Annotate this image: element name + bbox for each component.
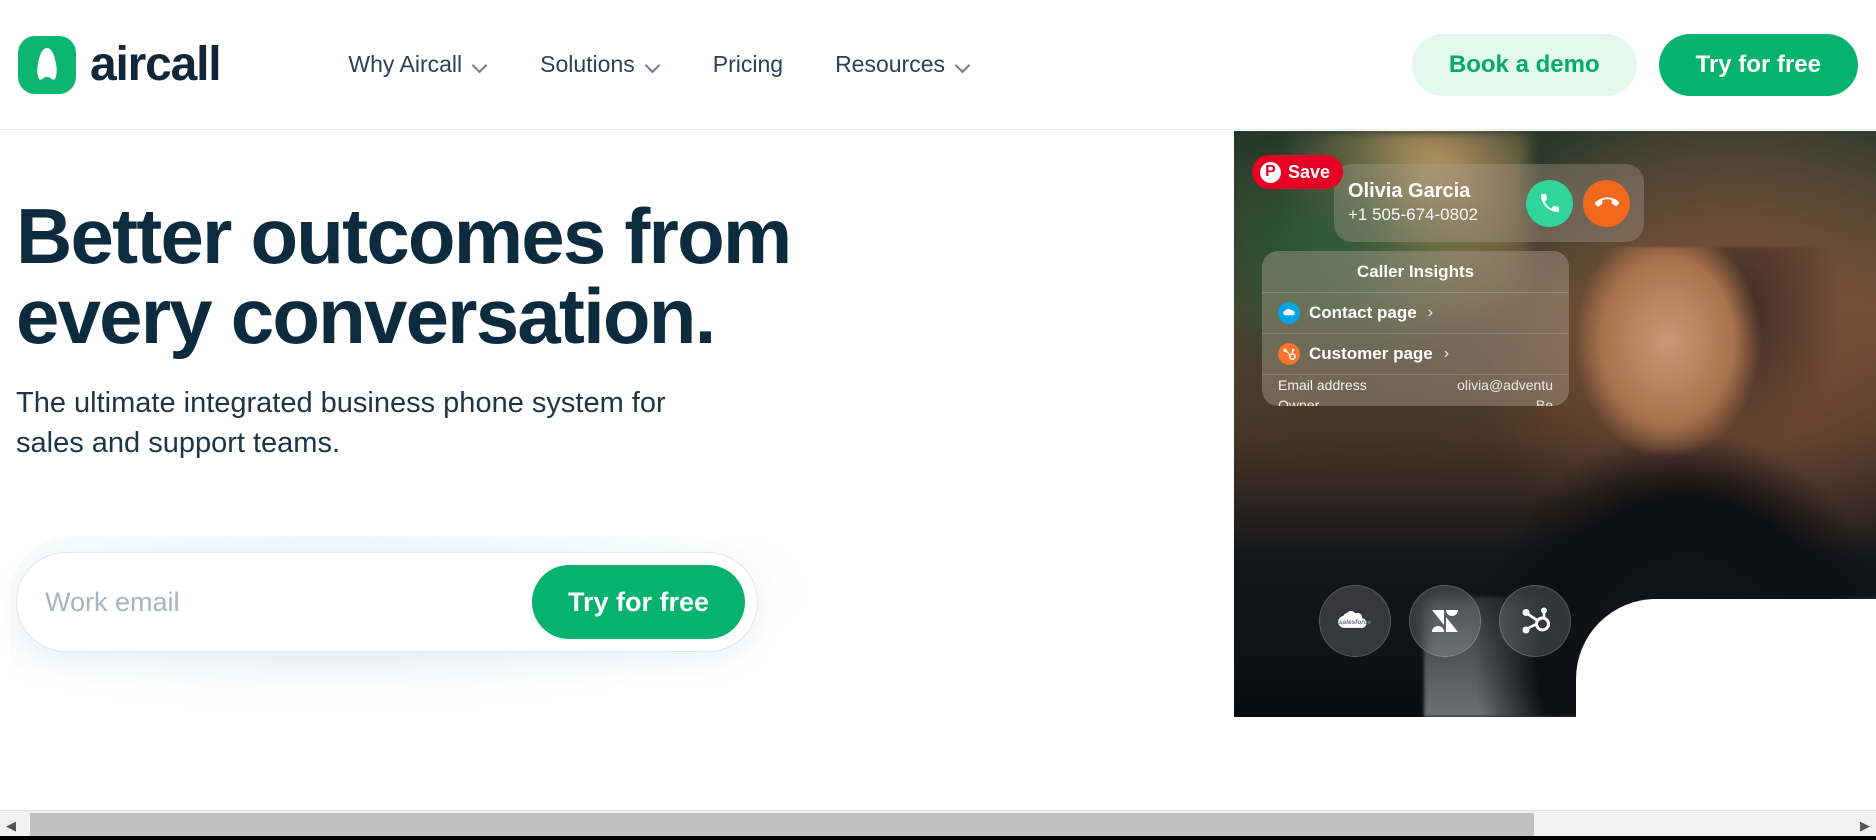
nav-label: Resources xyxy=(835,51,945,77)
accept-call-button[interactable] xyxy=(1526,179,1573,227)
hero-corner-cutout xyxy=(1576,599,1876,717)
hubspot-icon xyxy=(1522,607,1550,634)
insight-field-owner: Owner Be xyxy=(1262,395,1569,406)
caller-info: Olivia Garcia +1 505-674-0802 xyxy=(1348,179,1526,226)
insight-field-value: Be xyxy=(1535,397,1553,406)
integration-logos: salesforce xyxy=(1319,585,1571,657)
insight-field-value: olivia@adventu xyxy=(1457,377,1553,393)
book-demo-button[interactable]: Book a demo xyxy=(1411,33,1637,96)
integration-zendesk[interactable] xyxy=(1409,585,1481,657)
salesforce-icon: salesforce xyxy=(1338,611,1372,628)
caller-insights-title: Caller Insights xyxy=(1262,251,1569,293)
main-nav: Why Aircall Solutions Pricing Resources xyxy=(322,41,997,88)
pinterest-save-button[interactable]: P Save xyxy=(1252,155,1344,189)
nav-label: Why Aircall xyxy=(348,51,463,77)
form-try-for-free-button[interactable]: Try for free xyxy=(531,565,745,639)
insight-field-key: Email address xyxy=(1278,377,1367,393)
nav-label: Solutions xyxy=(540,51,635,77)
hero-image: P Save Olivia Garcia +1 505-674-0802 Cal… xyxy=(1234,131,1876,717)
insight-label: Customer page xyxy=(1309,344,1433,363)
signup-form: Try for free xyxy=(16,552,758,652)
hubspot-icon xyxy=(1278,343,1300,365)
integration-salesforce[interactable]: salesforce xyxy=(1319,585,1391,657)
integration-hubspot[interactable] xyxy=(1499,585,1571,657)
nav-item-resources[interactable]: Resources xyxy=(809,41,997,88)
brand-name: aircall xyxy=(90,37,222,91)
nav-item-solutions[interactable]: Solutions xyxy=(514,41,687,88)
page-root: aircall Why Aircall Solutions Pricing Re… xyxy=(0,0,1876,840)
aircall-logo-icon xyxy=(18,35,76,94)
pinterest-save-label: Save xyxy=(1288,161,1331,182)
chevron-right-icon: › xyxy=(1427,304,1434,321)
site-header: aircall Why Aircall Solutions Pricing Re… xyxy=(0,0,1876,130)
incoming-call-card: Olivia Garcia +1 505-674-0802 xyxy=(1334,164,1644,242)
caller-name: Olivia Garcia xyxy=(1348,180,1471,203)
chevron-down-icon xyxy=(473,60,488,69)
brand-logo[interactable]: aircall xyxy=(18,35,222,94)
header-actions: Book a demo Try for free xyxy=(1411,33,1858,96)
pinterest-icon: P xyxy=(1260,161,1281,183)
caller-number: +1 505-674-0802 xyxy=(1348,205,1478,225)
window-bottom-edge xyxy=(0,836,1876,840)
nav-item-why-aircall[interactable]: Why Aircall xyxy=(322,41,514,88)
insight-row-customer-page[interactable]: Customer page › xyxy=(1262,334,1569,375)
chevron-down-icon xyxy=(956,60,971,69)
svg-text:salesforce: salesforce xyxy=(1339,619,1372,626)
scrollbar-thumb[interactable] xyxy=(30,812,1534,838)
nav-label: Pricing xyxy=(712,51,784,77)
page-title: Better outcomes from every conversation. xyxy=(16,196,996,357)
insight-row-contact-page[interactable]: Contact page › xyxy=(1262,293,1569,334)
try-for-free-button[interactable]: Try for free xyxy=(1658,33,1858,96)
nav-item-pricing[interactable]: Pricing xyxy=(687,41,809,88)
caller-insights-panel: Caller Insights Contact page › Customer … xyxy=(1262,251,1569,406)
work-email-input[interactable] xyxy=(45,572,532,632)
hero-copy: Better outcomes from every conversation.… xyxy=(16,196,996,463)
chevron-down-icon xyxy=(646,60,661,69)
subhead-line-1: The ultimate integrated business phone s… xyxy=(16,386,666,419)
subhead-line-2: sales and support teams. xyxy=(16,426,341,459)
zendesk-icon xyxy=(1432,610,1458,632)
insight-field-key: Owner xyxy=(1278,397,1320,406)
insight-label: Contact page xyxy=(1309,303,1417,322)
phone-hangup-icon xyxy=(1594,197,1619,207)
insight-field-email: Email address olivia@adventu xyxy=(1262,375,1569,395)
headline-line-2: every conversation. xyxy=(16,272,716,361)
headline-line-1: Better outcomes from xyxy=(16,192,792,280)
decline-call-button[interactable] xyxy=(1583,179,1630,227)
phone-icon xyxy=(1540,193,1559,212)
salesforce-icon xyxy=(1278,302,1300,324)
chevron-right-icon: › xyxy=(1443,345,1450,362)
hero-subheading: The ultimate integrated business phone s… xyxy=(16,383,996,463)
